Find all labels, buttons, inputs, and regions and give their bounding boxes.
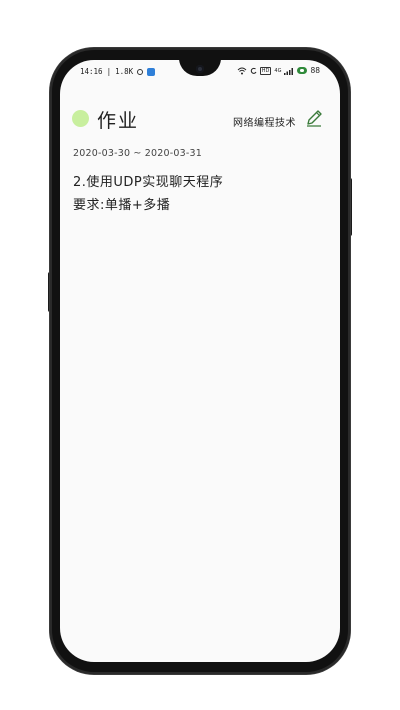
screen: 14:16 | 1.8K HD 4G 88 作业 网络编程技术 2020-03-… — [60, 60, 340, 662]
wifi-icon — [237, 67, 247, 74]
app-header: 作业 网络编程技术 — [60, 90, 340, 132]
hd-icon: HD — [259, 66, 272, 75]
status-right: HD 4G 88 — [237, 66, 320, 75]
status-battery-level: 88 — [310, 66, 320, 75]
signal-bars-icon — [284, 67, 294, 75]
app-notification-icon — [147, 67, 156, 76]
front-camera-icon — [196, 65, 204, 73]
assignment-date-range: 2020-03-30 ~ 2020-03-31 — [73, 148, 203, 159]
course-name: 网络编程技术 — [233, 118, 296, 129]
phone-frame: 14:16 | 1.8K HD 4G 88 作业 网络编程技术 2020-03-… — [50, 48, 350, 674]
circle-dot-icon — [72, 110, 89, 127]
status-time: 14:16 — [80, 67, 103, 76]
assignment-requirement: 要求:单播+多播 — [73, 198, 171, 213]
stage: 14:16 | 1.8K HD 4G 88 作业 网络编程技术 2020-03-… — [0, 0, 400, 710]
pencil-icon[interactable] — [304, 108, 324, 128]
status-left: 14:16 | 1.8K — [80, 67, 156, 76]
status-net-speed: 1.8K — [115, 67, 134, 76]
alarm-clock-icon — [137, 68, 144, 75]
assignment-title[interactable]: 2.使用UDP实现聊天程序 — [73, 171, 223, 190]
battery-icon — [297, 67, 308, 74]
sync-icon — [250, 67, 257, 74]
status-signal-label: 4G — [274, 67, 282, 74]
status-separator: | — [106, 67, 112, 76]
page-title: 作业 — [97, 110, 140, 132]
